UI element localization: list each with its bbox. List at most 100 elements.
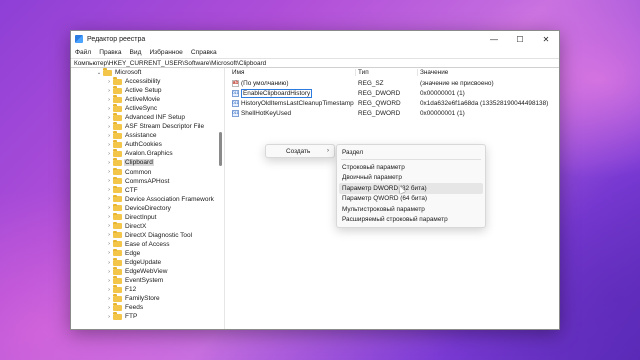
tree-item[interactable]: › DeviceDirectory [71, 203, 224, 213]
submenu-item[interactable]: Мультистроковый параметр [337, 204, 485, 214]
close-button[interactable]: ✕ [533, 31, 559, 47]
rename-input[interactable]: EnableClipboardHistory [241, 88, 313, 98]
chevron-right-icon[interactable]: › [105, 169, 113, 175]
menu-help[interactable]: Справка [191, 49, 217, 56]
chevron-right-icon[interactable]: › [105, 250, 113, 256]
tree-item-label: DeviceDirectory [125, 204, 171, 212]
column-header-data[interactable]: Значение [417, 69, 559, 76]
tree-item[interactable]: › Accessibility [71, 77, 224, 86]
chevron-right-icon[interactable]: › [105, 106, 113, 112]
tree-item[interactable]: › ASF Stream Descriptor File [71, 122, 224, 131]
tree-item[interactable]: › Device Association Framework [71, 194, 224, 204]
chevron-right-icon[interactable]: › [105, 260, 113, 266]
tree-item[interactable]: › Assistance [71, 131, 224, 140]
tree-item[interactable]: › Edge [71, 248, 224, 258]
menu-favorites[interactable]: Избранное [149, 49, 182, 56]
chevron-right-icon[interactable]: › [105, 205, 113, 211]
chevron-right-icon[interactable]: › [105, 178, 113, 184]
chevron-right-icon[interactable]: › [105, 151, 113, 157]
chevron-right-icon[interactable]: › [105, 214, 113, 220]
chevron-right-icon[interactable]: › [105, 124, 113, 130]
tree-item[interactable]: › FamilyStore [71, 294, 224, 303]
tree-scrollbar[interactable] [219, 70, 222, 328]
folder-icon [113, 185, 122, 194]
folder-icon [113, 239, 122, 248]
chevron-right-icon[interactable]: › [105, 115, 113, 121]
registry-editor-window: Редактор реестра — ☐ ✕ Файл Правка Вид И… [70, 30, 560, 330]
tree-item-microsoft[interactable]: ⌄ Microsoft [71, 68, 224, 77]
tree-item[interactable]: › EdgeWebView [71, 267, 224, 276]
chevron-down-icon[interactable]: ⌄ [95, 70, 103, 76]
menu-file[interactable]: Файл [75, 49, 91, 56]
value-row[interactable]: ab (По умолчанию) REG_SZ (значение не присв… [229, 78, 559, 88]
address-bar[interactable]: Компьютер\HKEY_CURRENT_USER\Software\Mic… [71, 58, 559, 68]
chevron-right-icon[interactable]: › [105, 287, 113, 293]
folder-icon [113, 113, 122, 121]
tree-item[interactable]: › Advanced INF Setup [71, 113, 224, 122]
column-header-type[interactable]: Тип [355, 69, 417, 76]
tree-item[interactable]: › FTP [71, 312, 224, 321]
maximize-button[interactable]: ☐ [507, 31, 533, 47]
value-row[interactable]: 011 HistoryOldItemsLastCleanupTimestamp RE… [229, 98, 559, 108]
address-path[interactable]: Компьютер\HKEY_CURRENT_USER\Software\Mic… [74, 60, 266, 67]
chevron-right-icon[interactable]: › [105, 160, 113, 166]
tree-item[interactable]: › EventSystem [71, 276, 224, 285]
chevron-right-icon[interactable]: › [105, 142, 113, 148]
tree-item-label: ActiveSync [125, 105, 158, 113]
chevron-right-icon[interactable]: › [105, 241, 113, 247]
tree-item[interactable]: › DirectInput [71, 212, 224, 222]
chevron-right-icon[interactable]: › [105, 305, 113, 311]
chevron-right-icon[interactable]: › [105, 314, 113, 320]
chevron-right-icon[interactable]: › [105, 79, 113, 85]
tree-item[interactable]: › Common [71, 167, 224, 177]
menu-view[interactable]: Вид [130, 49, 142, 56]
value-data: 0x1da632e6f1a68da (133528190044498138) [420, 99, 549, 107]
submenu-item[interactable]: Строковый параметр [337, 162, 485, 172]
submenu-item[interactable]: Параметр DWORD (32 бита) [339, 183, 483, 194]
submenu-item[interactable]: Двоичный параметр [337, 173, 485, 183]
tree-item[interactable]: › F12 [71, 285, 224, 294]
tree-item-label: FTP [125, 313, 138, 321]
tree-item[interactable]: › Feeds [71, 303, 224, 312]
tree-scrollbar-thumb[interactable] [219, 132, 222, 166]
chevron-right-icon[interactable]: › [105, 269, 113, 275]
tree-item[interactable]: › AuthCookies [71, 140, 224, 149]
submenu-item[interactable]: Расширяемый строковый параметр [337, 214, 485, 224]
tree-item[interactable]: › DirectX [71, 221, 224, 231]
tree-item[interactable]: › CommsAPHost [71, 176, 224, 186]
tree-item[interactable]: › Active Setup [71, 86, 224, 95]
chevron-right-icon[interactable]: › [105, 88, 113, 94]
submenu-item[interactable]: Раздел [337, 147, 485, 157]
title-bar[interactable]: Редактор реестра — ☐ ✕ [71, 31, 559, 47]
tree-item-label: Assistance [125, 132, 157, 140]
value-row[interactable]: 011 EnableClipboardHistory REG_DWORD 0x0000… [229, 88, 559, 98]
tree-item[interactable]: › Ease of Access [71, 239, 224, 249]
chevron-right-icon[interactable]: › [105, 97, 113, 103]
menu-edit[interactable]: Правка [99, 49, 121, 56]
chevron-right-icon[interactable]: › [105, 133, 113, 139]
chevron-right-icon[interactable]: › [105, 278, 113, 284]
chevron-right-icon[interactable]: › [105, 187, 113, 193]
create-submenu: Раздел Строковый параметр Двоичный парамет… [336, 144, 486, 228]
values-header: Имя Тип Значение [229, 68, 559, 78]
tree-item[interactable]: › CTF [71, 185, 224, 195]
tree-item[interactable]: › Avalon.Graphics [71, 149, 224, 158]
chevron-right-icon[interactable]: › [105, 232, 113, 238]
chevron-right-icon[interactable]: › [105, 296, 113, 302]
tree-item-label: DirectInput [125, 213, 157, 221]
chevron-right-icon[interactable]: › [105, 223, 113, 229]
chevron-right-icon[interactable]: › [105, 196, 113, 202]
submenu-item[interactable]: Параметр QWORD (64 бита) [337, 194, 485, 204]
tree-item[interactable]: › EdgeUpdate [71, 258, 224, 267]
value-row[interactable]: 011 ShellHotKeyUsed REG_DWORD 0x00000001 (1… [229, 108, 559, 118]
tree-item[interactable]: › ActiveSync [71, 104, 224, 113]
tree-item[interactable]: › ActiveMovie [71, 95, 224, 104]
minimize-button[interactable]: — [481, 31, 507, 47]
tree-item[interactable]: › DirectX Diagnostic Tool [71, 230, 224, 240]
value-name-cell: 011 EnableClipboardHistory [229, 88, 355, 98]
tree-item-label: ActiveMovie [125, 96, 161, 104]
column-header-name[interactable]: Имя [229, 69, 355, 76]
tree-item-label: Avalon.Graphics [125, 150, 173, 158]
menu-item-create[interactable]: Создать › [266, 145, 334, 157]
tree-item[interactable]: › Clipboard [71, 158, 224, 167]
